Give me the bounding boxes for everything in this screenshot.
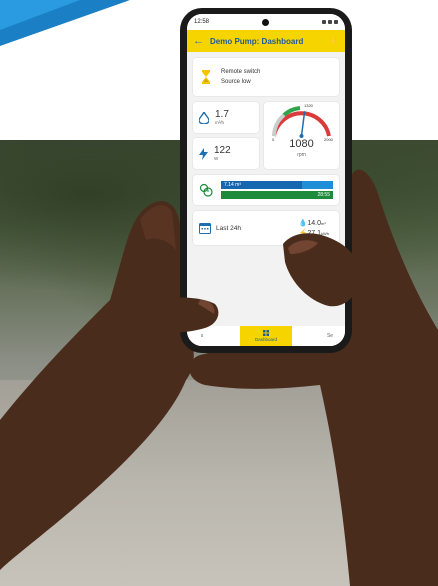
left-thumb [145, 297, 219, 333]
